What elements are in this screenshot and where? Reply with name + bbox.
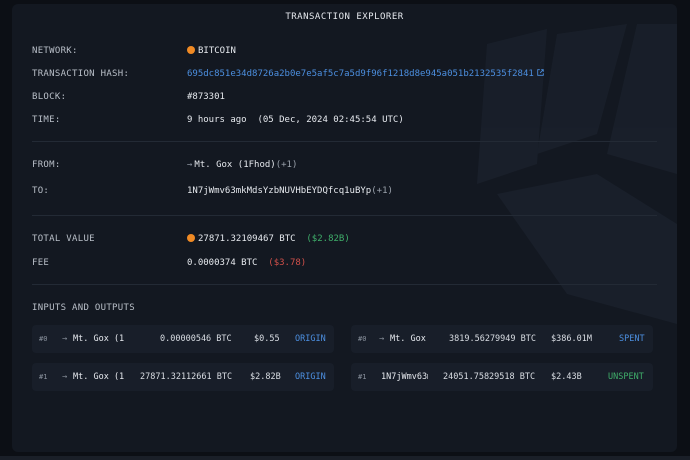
input-amount: 27871.32112661 BTC — [140, 372, 233, 382]
divider — [32, 141, 657, 142]
time-label: TIME: — [32, 115, 61, 125]
total-value: 27871.32109467 BTC ($2.82B) — [187, 232, 350, 246]
input-usd: $0.55 — [254, 334, 280, 344]
input-entity-name[interactable]: Mt. Gox (1Fhod) — [73, 363, 125, 391]
network-value: BITCOIN — [187, 44, 236, 58]
to-label: TO: — [32, 186, 50, 196]
output-card[interactable]: #1 1N7jWmv63mkMdsYzbNUVHbEYDQfcq1uBYp 24… — [351, 363, 653, 391]
input-status-link[interactable]: ORIGIN — [295, 363, 326, 391]
fee-usd: ($3.78) — [268, 258, 307, 268]
transaction-panel: TRANSACTION EXPLORER NETWORK: BITCOIN TR… — [12, 4, 677, 452]
hash-label: TRANSACTION HASH: — [32, 69, 130, 79]
to-address[interactable]: 1N7jWmv63mkMdsYzbNUVHbEYDQfcq1uBYp — [187, 186, 371, 196]
bitcoin-icon — [187, 234, 195, 242]
transaction-hash-text[interactable]: 695dc851e34d8726a2b0e7e5af5c7a5d9f96f121… — [187, 69, 534, 79]
fee-label: FEE — [32, 258, 50, 268]
input-status-link[interactable]: ORIGIN — [295, 325, 326, 353]
arrow-right-icon: → — [379, 334, 385, 344]
block-value: #873301 — [187, 92, 225, 102]
input-entity-name[interactable]: Mt. Gox (1Fhod) — [73, 325, 125, 353]
horizontal-scrollbar[interactable] — [0, 456, 690, 460]
network-name: BITCOIN — [198, 46, 236, 56]
input-index: #1 — [39, 373, 48, 381]
block-label: BLOCK: — [32, 92, 67, 102]
total-value-btc: 27871.32109467 BTC — [198, 234, 296, 244]
transaction-hash-link[interactable]: 695dc851e34d8726a2b0e7e5af5c7a5d9f96f121… — [187, 67, 544, 81]
io-section-title: INPUTS AND OUTPUTS — [32, 303, 135, 313]
output-status-badge: UNSPENT — [608, 372, 644, 382]
bitcoin-icon — [187, 46, 195, 54]
output-address[interactable]: 1N7jWmv63mkMdsYzbNUVHbEYDQfcq1uBYp — [381, 363, 428, 391]
arrow-right-icon: → — [62, 372, 68, 382]
total-value-label: TOTAL VALUE — [32, 234, 95, 244]
input-amount: 0.00000546 BTC — [160, 334, 232, 344]
from-entity-name[interactable]: Mt. Gox (1Fhod) — [194, 160, 275, 170]
to-value[interactable]: 1N7jWmv63mkMdsYzbNUVHbEYDQfcq1uBYp(+1) — [187, 184, 393, 198]
fee-btc: 0.0000374 BTC — [187, 258, 258, 268]
total-value-usd: ($2.82B) — [306, 234, 350, 244]
from-label: FROM: — [32, 160, 61, 170]
input-card[interactable]: #1 → Mt. Gox (1Fhod) 27871.32112661 BTC … — [32, 363, 334, 391]
fee-value: 0.0000374 BTC ($3.78) — [187, 256, 306, 270]
from-value[interactable]: → Mt. Gox (1Fhod)(+1) — [187, 158, 297, 172]
network-label: NETWORK: — [32, 46, 78, 56]
to-extra-count[interactable]: (+1) — [371, 186, 393, 196]
time-value: 9 hours ago (05 Dec, 2024 02:45:54 UTC) — [187, 115, 404, 125]
from-extra-count[interactable]: (+1) — [276, 160, 298, 170]
arrow-right-icon: → — [62, 334, 68, 344]
output-usd: $2.43B — [551, 372, 582, 382]
input-usd: $2.82B — [250, 372, 281, 382]
page-title: TRANSACTION EXPLORER — [285, 12, 404, 22]
divider — [32, 284, 657, 285]
output-amount: 24051.75829518 BTC — [443, 372, 536, 382]
output-index: #1 — [358, 373, 367, 381]
external-link-icon[interactable] — [537, 69, 544, 76]
divider — [32, 215, 657, 216]
input-card[interactable]: #0 → Mt. Gox (1Fhod) 0.00000546 BTC $0.5… — [32, 325, 334, 353]
output-card[interactable]: #0 → Mt. Gox (1Fhod) 3819.56279949 BTC $… — [351, 325, 653, 353]
output-entity-name[interactable]: Mt. Gox (1Fhod) — [390, 325, 432, 353]
output-amount: 3819.56279949 BTC — [449, 334, 536, 344]
arrow-right-icon: → — [187, 160, 193, 170]
output-index: #0 — [358, 335, 367, 343]
output-usd: $386.01M — [551, 334, 592, 344]
output-status-link[interactable]: SPENT — [619, 325, 645, 353]
input-index: #0 — [39, 335, 48, 343]
